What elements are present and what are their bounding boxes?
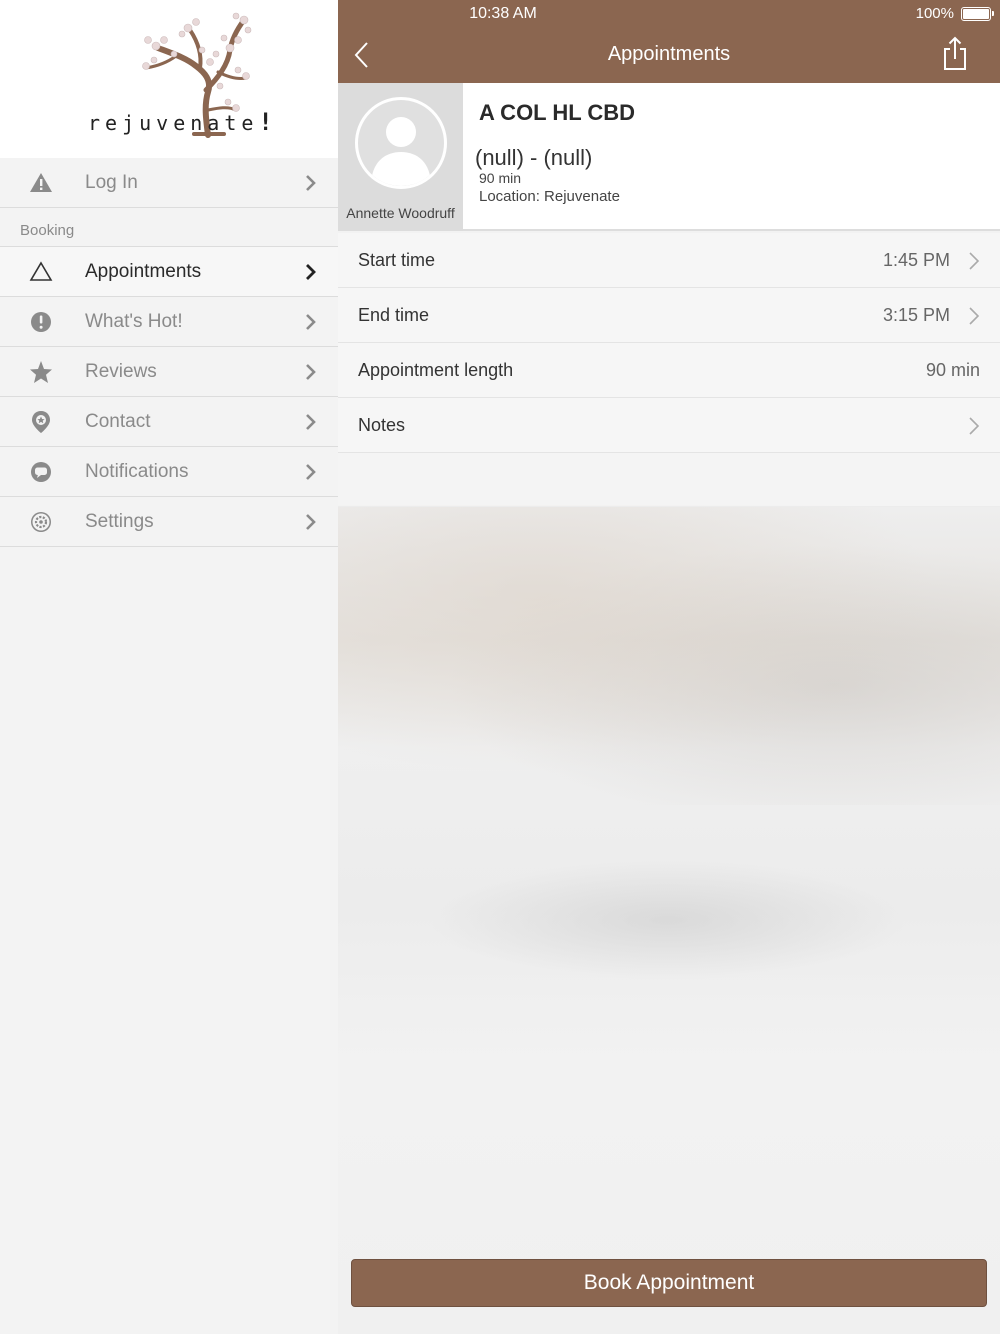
sidebar-item-notifications[interactable]: Notifications [0,447,338,497]
notes-row[interactable]: Notes [338,398,1000,453]
chevron-right-icon [969,417,980,435]
row-value: 3:15 PM [882,305,950,325]
background-blur [428,860,908,980]
section-header-booking: Booking [0,208,338,247]
sidebar-menu: Log In Booking Appointments What's Hot! [0,158,338,547]
chevron-right-icon [306,464,316,480]
chat-bubble-icon [31,462,51,482]
chevron-right-icon [969,252,980,270]
avatar [355,97,447,189]
row-label: Appointment length [358,360,514,380]
provider-name: Annette Woodruff [346,205,455,221]
service-location: Location: Rejuvenate [479,188,620,205]
start-time-row[interactable]: Start time 1:45 PM [338,233,1000,288]
navigation-bar: 10:38 AM 100% Appointments [338,0,1000,83]
logo-wordmark: rejuvenate! [88,108,278,136]
main-panel: 10:38 AM 100% Appointments Annette Woodr… [338,0,1000,1334]
sidebar-item-label: Log In [85,172,138,193]
exclamation-circle-icon [31,312,51,332]
appointment-summary-card: Annette Woodruff A COL HL CBD (null) - (… [338,83,1000,231]
sidebar-item-label: Notifications [85,461,189,482]
row-value: 1:45 PM [882,250,950,270]
sidebar-item-appointments[interactable]: Appointments [0,247,338,297]
sidebar-item-login[interactable]: Log In [0,158,338,208]
appointment-length-row: Appointment length 90 min [338,343,1000,398]
sidebar-item-settings[interactable]: Settings [0,497,338,547]
book-appointment-button[interactable]: Book Appointment [351,1259,987,1307]
sidebar-item-label: Settings [85,511,154,532]
status-time: 10:38 AM [469,5,537,22]
chevron-right-icon [969,307,980,325]
battery-percent: 100% [915,5,954,22]
sidebar-item-contact[interactable]: Contact [0,397,338,447]
sidebar-item-label: Appointments [85,261,202,282]
row-label: End time [358,305,430,325]
appointment-details-list: Start time 1:45 PM End time 3:15 PM Appo… [338,233,1000,507]
row-value: 90 min [925,360,980,380]
service-name: A COL HL CBD [479,100,636,125]
sidebar: rejuvenate! Log In Booking Appointments [0,0,338,1334]
page-title: Appointments [607,43,731,65]
sidebar-item-label: What's Hot! [85,311,183,332]
star-icon [30,361,52,383]
background-blur [338,505,1000,805]
chevron-right-icon [306,264,316,280]
service-duration: 90 min [479,170,522,186]
provider-avatar-area: Annette Woodruff [338,83,463,231]
sidebar-item-reviews[interactable]: Reviews [0,347,338,397]
sidebar-item-label: Contact [85,411,151,432]
row-label: Notes [358,415,406,435]
warning-icon [30,173,52,192]
chevron-right-icon [306,414,316,430]
time-range: (null) - (null) [475,145,593,170]
triangle-outline-icon [29,261,53,281]
sidebar-item-label: Reviews [85,361,157,382]
location-pin-icon [32,411,50,433]
chevron-right-icon [306,175,316,191]
gear-icon [31,512,51,532]
battery-icon [961,7,994,21]
list-spacer [338,453,1000,507]
share-icon[interactable] [942,36,968,72]
chevron-right-icon [306,514,316,530]
chevron-right-icon [306,314,316,330]
row-label: Start time [358,250,436,270]
chevron-right-icon [306,364,316,380]
logo-area: rejuvenate! [0,0,338,158]
sidebar-item-whats-hot[interactable]: What's Hot! [0,297,338,347]
person-silhouette-icon [371,117,431,186]
end-time-row[interactable]: End time 3:15 PM [338,288,1000,343]
